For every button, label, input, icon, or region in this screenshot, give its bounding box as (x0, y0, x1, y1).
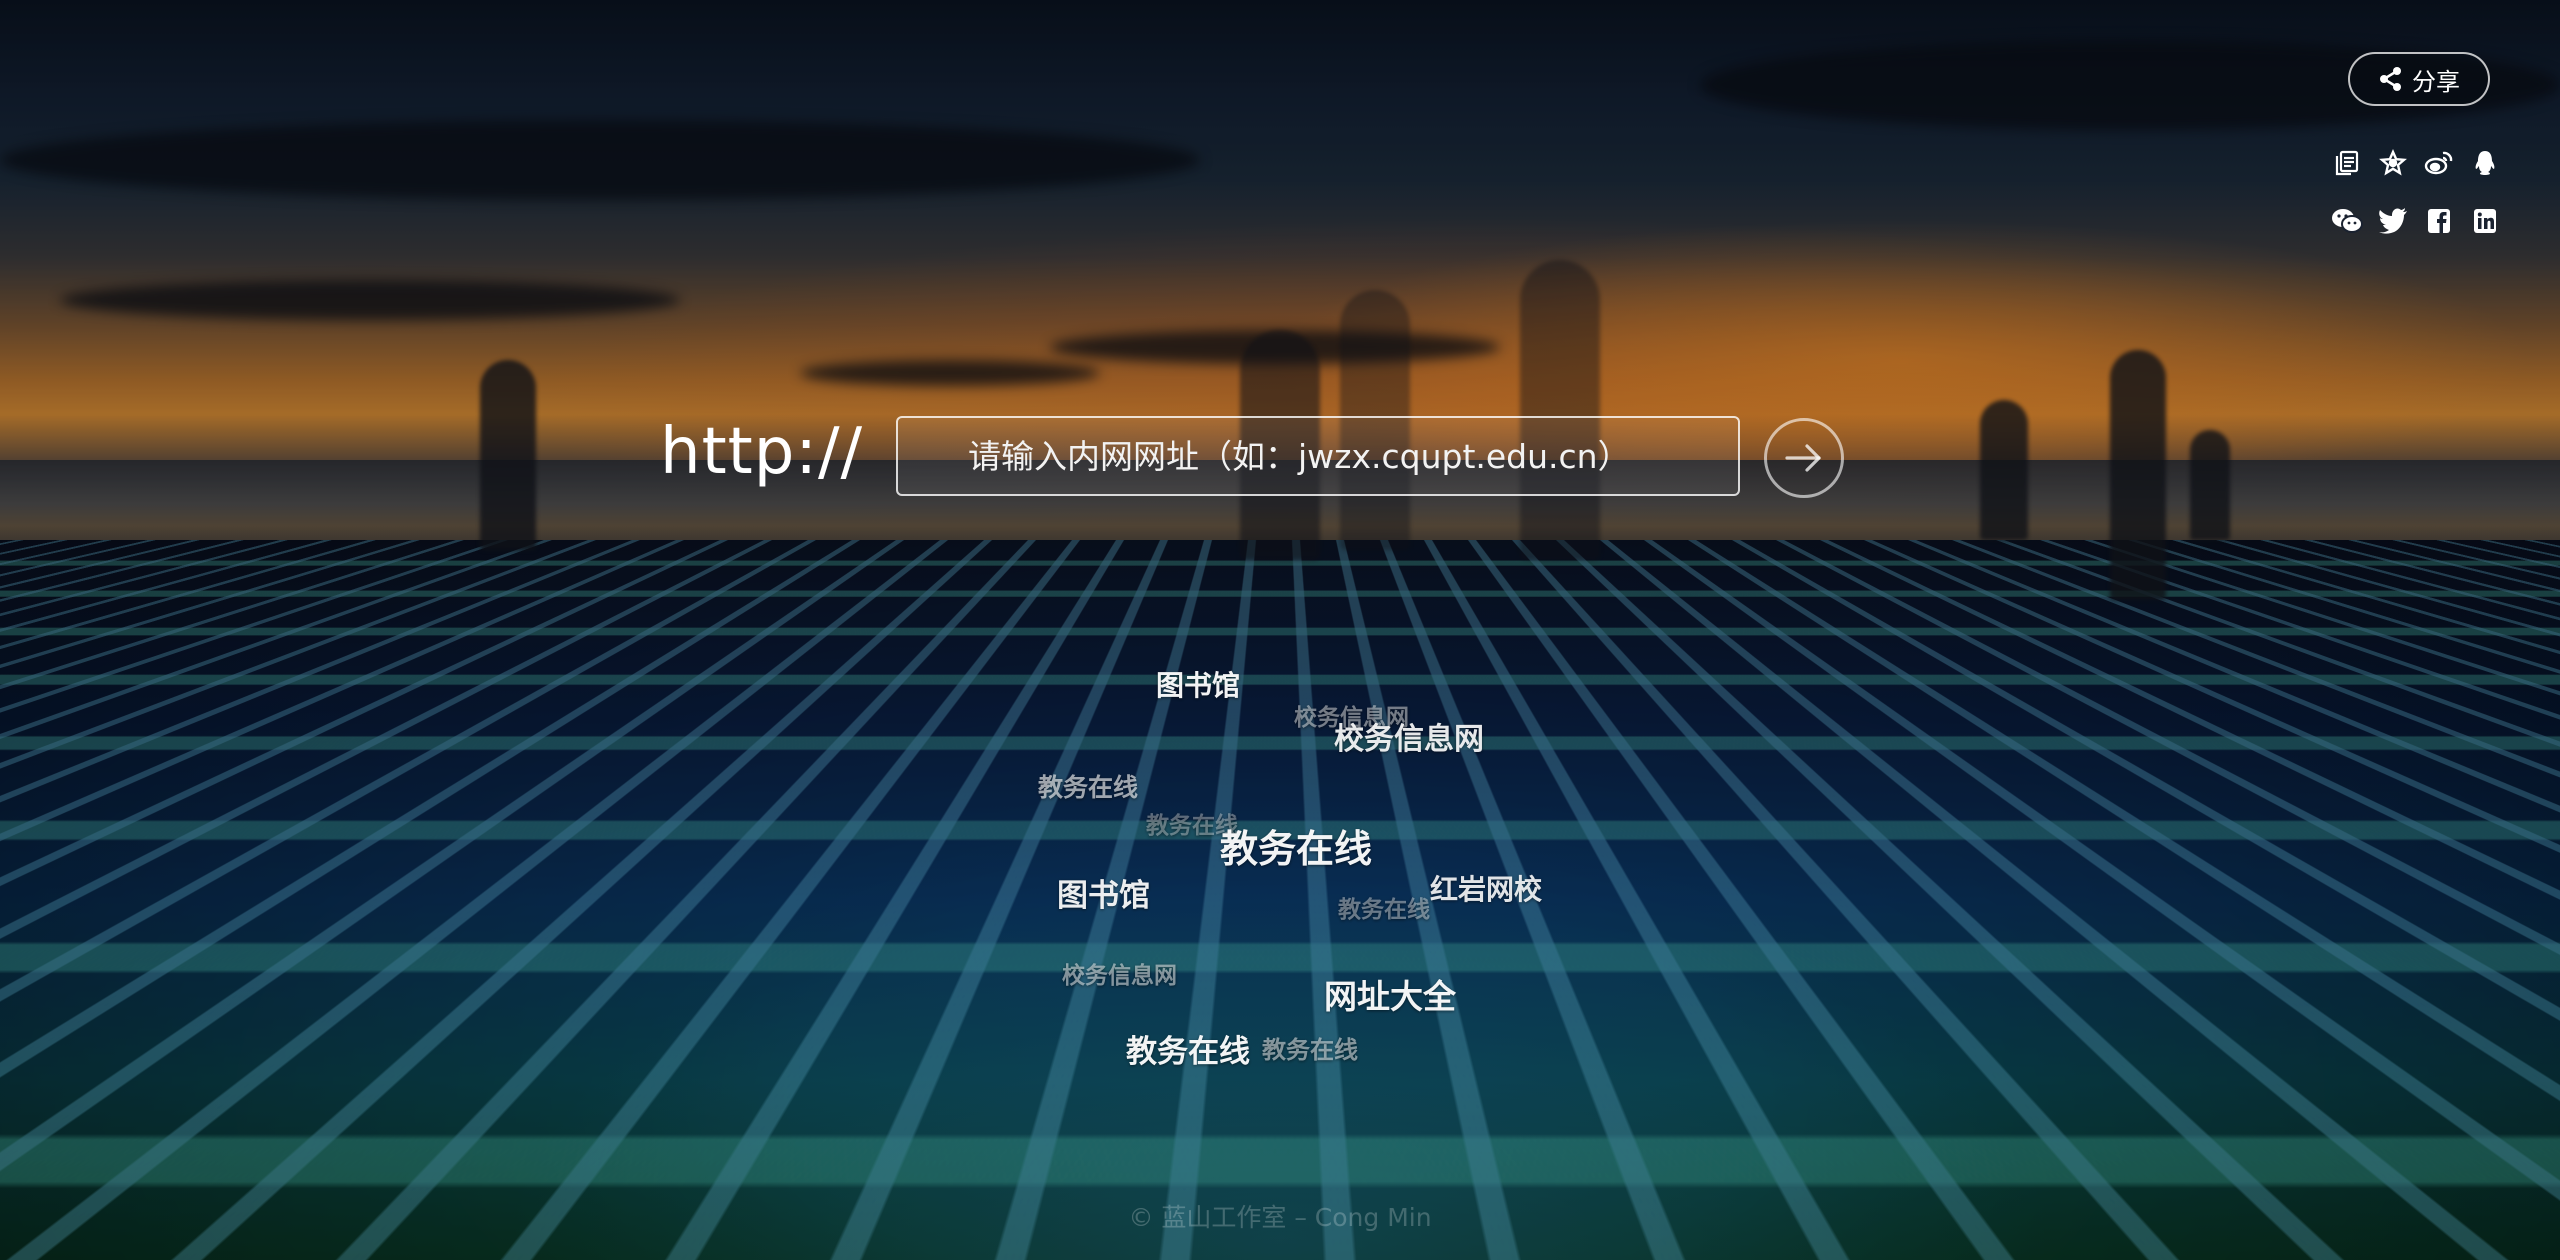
facebook-icon[interactable] (2422, 204, 2456, 238)
qq-icon[interactable] (2468, 146, 2502, 180)
wechat-icon[interactable] (2330, 204, 2364, 238)
tag-link[interactable]: 教务在线 (1126, 1026, 1250, 1071)
weibo-icon[interactable] (2422, 146, 2456, 180)
tag-link[interactable]: 教务在线 (1338, 890, 1430, 924)
footer-copyright: © 蓝山工作室 – Cong Min (1128, 1203, 1432, 1232)
background-scene (0, 0, 2560, 1260)
tag-link[interactable]: 校务信息网 (1334, 714, 1484, 758)
tag-link[interactable]: 校务信息网 (1062, 956, 1177, 990)
share-icon (2380, 67, 2401, 91)
linkedin-icon[interactable] (2468, 204, 2502, 238)
url-input[interactable] (896, 416, 1740, 496)
share-button[interactable]: 分享 (2348, 52, 2490, 106)
copy-icon[interactable] (2330, 146, 2364, 180)
tag-link[interactable]: 图书馆 (1156, 664, 1240, 704)
social-share-icons (2330, 146, 2520, 238)
go-button[interactable] (1764, 418, 1844, 498)
arrow-right-circle-icon (1785, 444, 1821, 472)
twitter-icon[interactable] (2376, 204, 2410, 238)
tag-link[interactable]: 教务在线 (1220, 818, 1372, 873)
tag-link[interactable]: 图书馆 (1057, 870, 1150, 915)
http-prefix-label: http:// (660, 415, 864, 489)
tag-link[interactable]: 红岩网校 (1430, 868, 1542, 908)
dark-overlay (0, 0, 2560, 1260)
share-label: 分享 (2412, 67, 2460, 96)
tag-link[interactable]: 教务在线 (1262, 1030, 1358, 1065)
star-icon[interactable] (2376, 146, 2410, 180)
tag-link[interactable]: 教务在线 (1038, 768, 1138, 804)
tag-link[interactable]: 网址大全 (1324, 970, 1456, 1018)
